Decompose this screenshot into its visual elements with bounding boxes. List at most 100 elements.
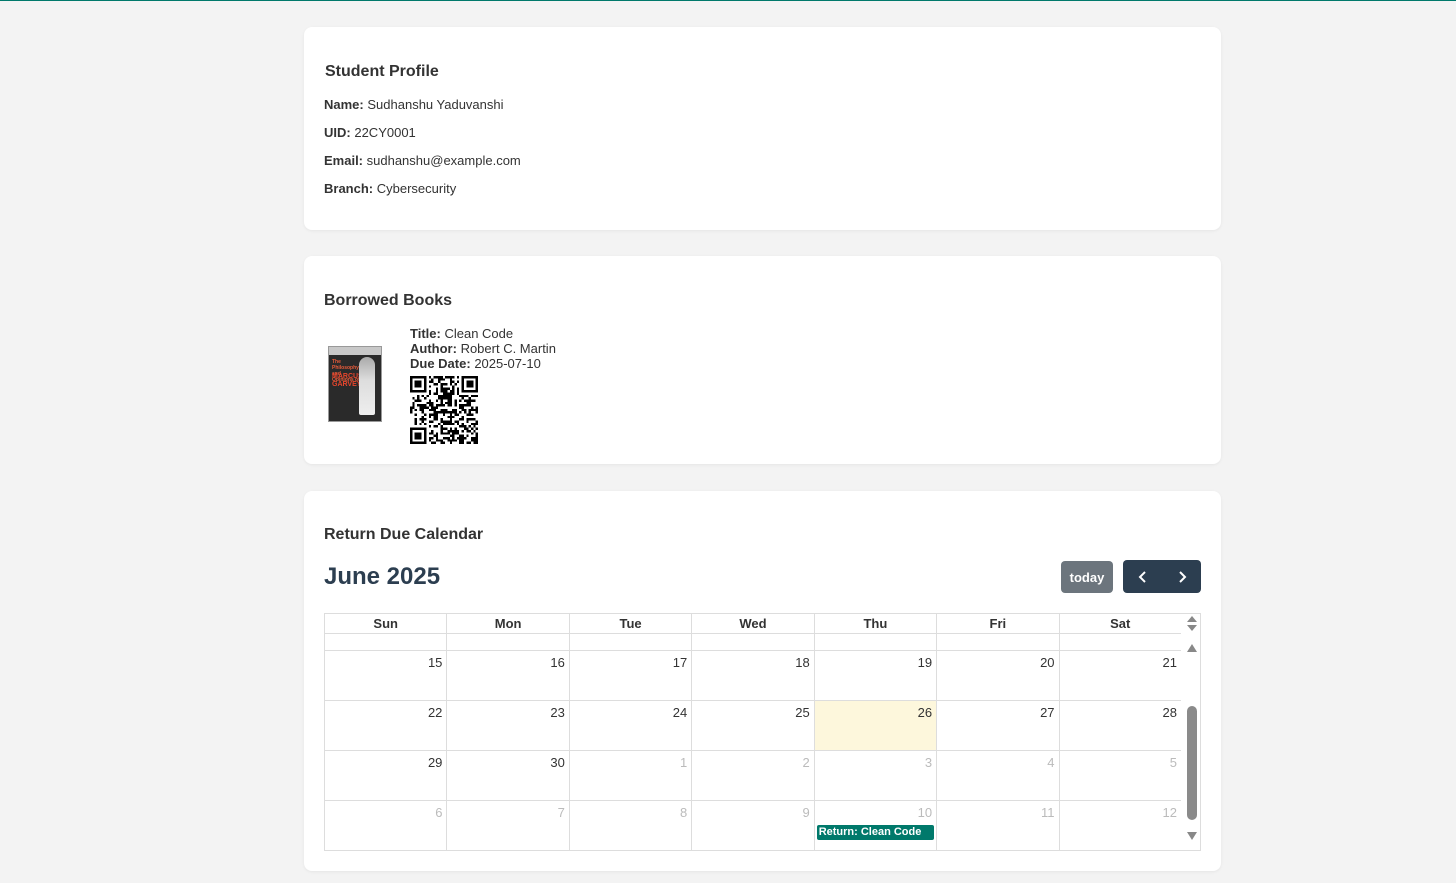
day-number[interactable]: 29 (428, 755, 442, 770)
calendar-partial-week (325, 633, 1181, 650)
day-number[interactable]: 2 (802, 755, 809, 770)
calendar-day[interactable]: 21 (1060, 651, 1181, 700)
day-number[interactable]: 15 (428, 655, 442, 670)
calendar-day[interactable]: 18 (692, 651, 815, 700)
calendar-day[interactable]: 9 (692, 801, 815, 850)
profile-uid-value: 22CY0001 (354, 125, 416, 140)
book-cover-name: MARCUS GARVEY (332, 373, 363, 388)
calendar-day[interactable]: 24 (570, 701, 693, 750)
profile-uid-label: UID: (324, 125, 351, 140)
calendar-day[interactable]: 28 (1060, 701, 1181, 750)
calendar-day[interactable]: 2 (692, 751, 815, 800)
calendar-day[interactable]: 11 (937, 801, 1060, 850)
book-info: Title: Clean Code Author: Robert C. Mart… (410, 326, 556, 371)
profile-name-label: Name: (324, 97, 364, 112)
day-number[interactable]: 30 (550, 755, 564, 770)
calendar-event[interactable]: Return: Clean Code (816, 825, 935, 840)
day-number[interactable]: 21 (1162, 655, 1176, 670)
day-number[interactable]: 26 (918, 705, 932, 720)
calendar-day[interactable]: 19 (815, 651, 938, 700)
profile-email-label: Email: (324, 153, 364, 168)
calendar-day[interactable]: 7 (447, 801, 570, 850)
book-title-line: Title: Clean Code (410, 326, 556, 341)
weekday-tue: Tue (570, 614, 693, 633)
day-number[interactable]: 5 (1170, 755, 1177, 770)
scroll-down-arrow-icon[interactable] (1187, 832, 1197, 840)
calendar-day[interactable]: 20 (937, 651, 1060, 700)
calendar-day[interactable]: 5 (1060, 751, 1181, 800)
weekday-sat: Sat (1110, 616, 1131, 631)
weekday-wed: Wed (692, 614, 815, 633)
scroll-up-small-icon[interactable] (1187, 616, 1197, 622)
book-due-value: 2025-07-10 (474, 356, 541, 371)
day-number[interactable]: 4 (1047, 755, 1054, 770)
profile-uid-field: UID: 22CY0001 (324, 125, 416, 140)
return-calendar-card: Return Due Calendar June 2025 today Sun … (304, 491, 1221, 871)
day-number[interactable]: 19 (918, 655, 932, 670)
day-number[interactable]: 6 (435, 805, 442, 820)
scrollbar-thumb[interactable] (1187, 706, 1197, 820)
calendar-scrollbar[interactable] (1183, 614, 1200, 850)
day-number[interactable]: 1 (680, 755, 687, 770)
day-number[interactable]: 16 (550, 655, 564, 670)
profile-branch-field: Branch: Cybersecurity (324, 181, 456, 196)
day-number[interactable]: 22 (428, 705, 442, 720)
book-author-label: Author: (410, 341, 457, 356)
calendar-day[interactable]: 15 (325, 651, 448, 700)
scroll-down-small-icon[interactable] (1187, 625, 1197, 631)
day-number[interactable]: 10 (918, 805, 932, 820)
prev-month-button[interactable] (1123, 560, 1162, 593)
day-number[interactable]: 20 (1040, 655, 1054, 670)
day-number[interactable]: 25 (795, 705, 809, 720)
weekday-thu: Thu (815, 614, 938, 633)
calendar-day[interactable]: 16 (447, 651, 570, 700)
calendar-day[interactable]: 4 (937, 751, 1060, 800)
today-button[interactable]: today (1061, 561, 1113, 593)
calendar-week-row: 22 23 24 25 26 27 28 (325, 700, 1181, 750)
day-number[interactable]: 23 (550, 705, 564, 720)
calendar-day[interactable]: 27 (937, 701, 1060, 750)
day-number[interactable]: 18 (795, 655, 809, 670)
calendar-title: Return Due Calendar (324, 526, 484, 543)
calendar-day[interactable]: 8 (570, 801, 693, 850)
calendar-day[interactable]: 22 (325, 701, 448, 750)
calendar-day[interactable]: 17 (570, 651, 693, 700)
day-number[interactable]: 17 (673, 655, 687, 670)
day-number[interactable]: 3 (925, 755, 932, 770)
day-number[interactable]: 9 (802, 805, 809, 820)
book-author-value: Robert C. Martin (460, 341, 556, 356)
calendar-day[interactable]: 1 (570, 751, 693, 800)
calendar-day[interactable]: 23 (447, 701, 570, 750)
weekday-sun: Sun (325, 614, 448, 633)
scroll-up-arrow-icon[interactable] (1187, 644, 1197, 652)
book-due-label: Due Date: (410, 356, 471, 371)
calendar-day-today[interactable]: 26 (814, 701, 938, 750)
profile-branch-value: Cybersecurity (376, 181, 457, 196)
day-number[interactable]: 11 (1041, 805, 1055, 820)
books-title: Borrowed Books (324, 292, 453, 309)
calendar-week-row: 29 30 1 2 3 4 5 (325, 750, 1181, 800)
profile-email-value: sudhanshu@example.com (366, 153, 521, 168)
day-number[interactable]: 12 (1162, 805, 1176, 820)
calendar-month-title: June 2025 (324, 563, 441, 590)
calendar-nav-group (1123, 560, 1201, 593)
calendar-day[interactable]: 12 (1060, 801, 1181, 850)
calendar-week-row: 6 7 8 9 10 Return: Clean Code 11 12 (325, 800, 1181, 850)
calendar-day[interactable]: 29 (325, 751, 448, 800)
weekday-header: Sun Mon Tue Wed Thu Fri Sat (325, 614, 1181, 633)
calendar-day[interactable]: 10 Return: Clean Code (815, 801, 938, 850)
calendar-day[interactable]: 6 (325, 801, 448, 850)
calendar-grid: Sun Mon Tue Wed Thu Fri Sat 15 16 17 18 19 20… (324, 613, 1201, 851)
day-number[interactable]: 27 (1040, 705, 1054, 720)
day-number[interactable]: 28 (1162, 705, 1176, 720)
day-number[interactable]: 24 (673, 705, 687, 720)
next-month-button[interactable] (1162, 560, 1201, 593)
profile-title: Student Profile (325, 63, 439, 80)
book-cover-image: The Philosophy and Opinions of MARCUS GA… (328, 346, 382, 422)
calendar-day[interactable]: 30 (447, 751, 570, 800)
day-number[interactable]: 8 (680, 805, 687, 820)
calendar-day[interactable]: 25 (692, 701, 815, 750)
calendar-day[interactable]: 3 (815, 751, 938, 800)
day-number[interactable]: 7 (558, 805, 565, 820)
profile-branch-label: Branch: (324, 181, 374, 196)
